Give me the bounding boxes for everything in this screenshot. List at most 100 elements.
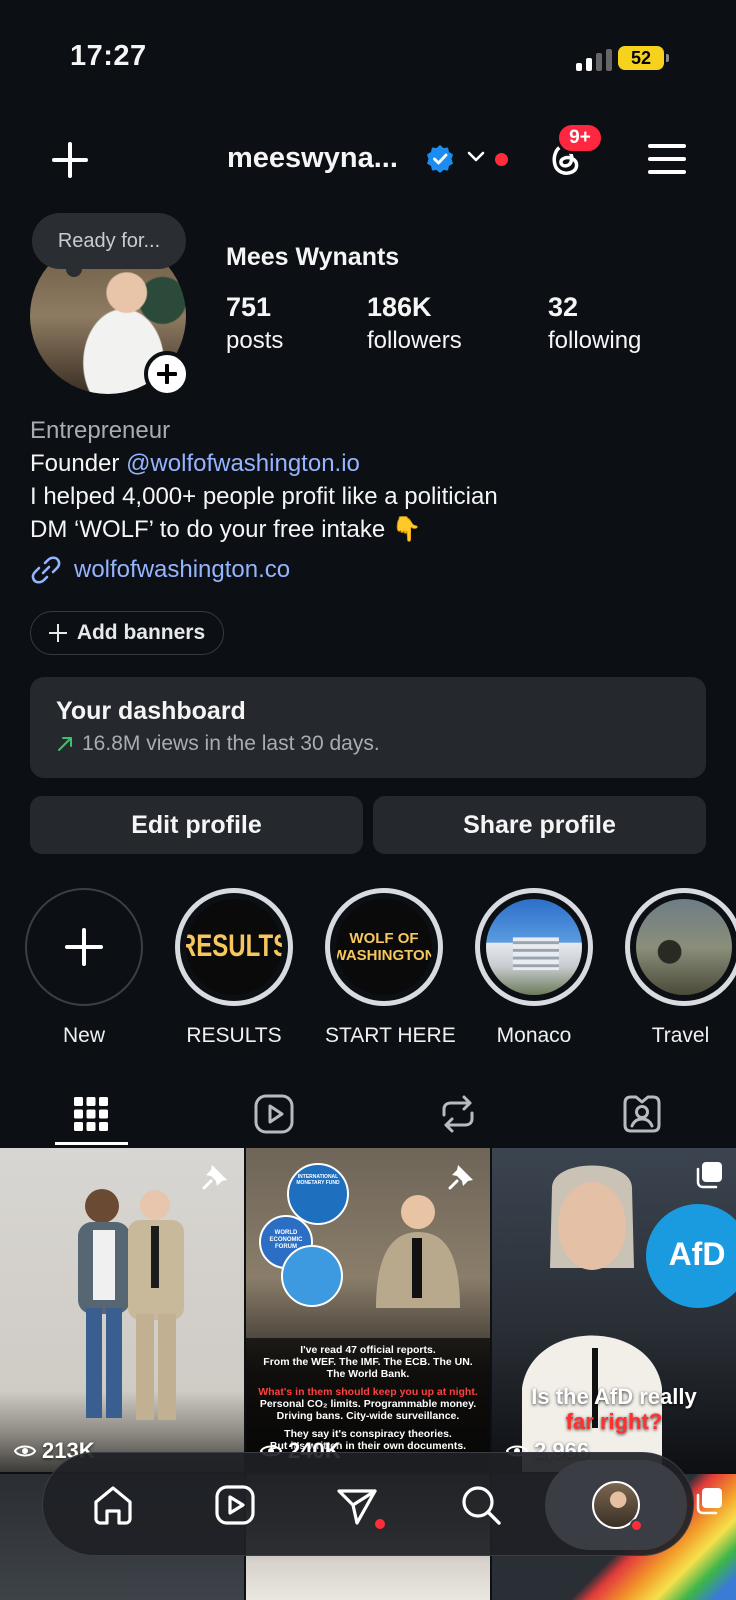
reposts-icon — [442, 1095, 474, 1133]
chevron-down-icon[interactable] — [465, 146, 487, 168]
bio-category: Entrepreneur — [30, 417, 171, 444]
share-profile-button[interactable]: Share profile — [373, 796, 706, 854]
post-2-line: Personal CO₂ limits. Programmable money. — [259, 1398, 477, 1410]
pin-icon — [448, 1165, 473, 1190]
profile-alert-dot — [630, 1519, 643, 1532]
dashboard-card[interactable]: Your dashboard 16.8M views in the last 3… — [30, 677, 706, 778]
username[interactable]: meeswyna... — [227, 142, 398, 175]
nav-profile[interactable] — [564, 1453, 668, 1557]
profile-header: meeswyna... 9+ — [0, 120, 736, 200]
signal-icon — [576, 49, 612, 71]
post-2-line: The World Bank. — [326, 1368, 410, 1380]
tab-reposts[interactable] — [412, 1080, 504, 1148]
bottom-nav — [42, 1452, 694, 1556]
post-3-caption: Is the AfD really far right? — [492, 1384, 736, 1434]
highlight-new-ring — [25, 888, 143, 1006]
nav-search[interactable] — [429, 1453, 533, 1557]
highlight-label: New — [62, 1024, 105, 1047]
highlight-cover — [486, 899, 582, 995]
dashboard-subtitle-row: 16.8M views in the last 30 days. — [56, 732, 680, 756]
highlight-ring — [625, 888, 736, 1006]
post-2-line: I've read 47 official reports. — [300, 1344, 436, 1356]
edit-profile-button[interactable]: Edit profile — [30, 796, 363, 854]
highlight-new[interactable]: New — [25, 888, 143, 1048]
highlight-cover — [636, 899, 732, 995]
followers-label: followers — [367, 327, 462, 354]
grid-post-2[interactable]: I've read 47 official reports. From the … — [246, 1148, 490, 1472]
grid-post-3[interactable]: AfD Is the AfD really far right? 2,966 — [492, 1148, 736, 1472]
menu-icon[interactable] — [648, 142, 686, 176]
highlight-monaco[interactable]: Monaco — [475, 888, 593, 1048]
profile-tabs — [0, 1080, 736, 1148]
dashboard-title: Your dashboard — [56, 697, 246, 725]
send-icon — [337, 1489, 377, 1525]
highlight-label: Travel — [651, 1024, 710, 1047]
nav-messages[interactable] — [305, 1453, 409, 1557]
bio-line-3: DM ‘WOLF’ to do your free intake 👇 — [30, 516, 422, 543]
highlight-label: RESULTS — [186, 1024, 282, 1047]
external-link-text: wolfofwashington.co — [74, 556, 291, 583]
multi-post-icon — [696, 1488, 722, 1515]
highlight-results[interactable]: RESULTS RESULTS — [175, 888, 293, 1048]
add-banners-button[interactable]: Add banners — [30, 611, 224, 655]
add-story-button[interactable] — [144, 351, 190, 397]
tab-grid[interactable] — [45, 1080, 137, 1148]
posts-count: 751 — [226, 292, 272, 322]
profile-avatar-small — [592, 1481, 643, 1532]
highlight-cover: RESULTS — [186, 899, 282, 995]
wef-logo: WORLD ECONOMIC FORUM — [269, 1230, 303, 1250]
bio-mention-link[interactable]: @wolfofwashington.io — [126, 450, 360, 477]
building-icon — [512, 937, 559, 971]
followers-stat[interactable]: 186K followers — [367, 292, 462, 355]
external-link[interactable]: wolfofwashington.co — [30, 552, 290, 588]
highlight-cover-text: RESULTS — [186, 928, 282, 964]
bio: Entrepreneur Founder @wolfofwashington.i… — [30, 414, 710, 546]
posts-label: posts — [226, 327, 284, 354]
highlight-ring: WOLF OF WASHINGTON — [325, 888, 443, 1006]
reels-icon — [215, 1485, 255, 1525]
highlight-start-here[interactable]: WOLF OF WASHINGTON START HERE — [325, 888, 456, 1048]
note-bubble[interactable]: Ready for... — [32, 213, 186, 277]
post-2-line: From the WEF. The IMF. The ECB. The UN. — [263, 1356, 473, 1368]
highlight-ring: RESULTS — [175, 888, 293, 1006]
post-2-line: What's in them should keep you up at nig… — [258, 1386, 478, 1398]
following-stat[interactable]: 32 following — [548, 292, 641, 355]
post-3-caption-line-1: Is the AfD really — [531, 1384, 697, 1409]
post-3-caption-line-2: far right? — [565, 1409, 663, 1434]
followers-count: 186K — [367, 292, 432, 322]
post-1-figures — [78, 1189, 184, 1420]
verified-badge-icon — [427, 145, 453, 173]
highlight-travel[interactable]: Travel — [625, 888, 736, 1048]
highlight-label: START HERE — [325, 1024, 456, 1047]
nav-home[interactable] — [61, 1453, 165, 1557]
battery-level: 52 — [630, 47, 652, 68]
imf-logo: INTERNATIONAL MONETARY FUND — [296, 1174, 340, 1186]
clock: 17:27 — [70, 40, 147, 72]
following-count: 32 — [548, 292, 579, 322]
create-button[interactable] — [50, 140, 90, 180]
tab-tagged[interactable] — [596, 1080, 688, 1148]
nav-reels[interactable] — [183, 1453, 287, 1557]
search-icon — [462, 1486, 501, 1525]
post-2-text: I've read 47 official reports. From the … — [252, 1344, 484, 1452]
tab-reels[interactable] — [228, 1080, 320, 1148]
grid-post-1[interactable]: 213K — [0, 1148, 244, 1472]
display-name: Mees Wynants — [226, 243, 400, 271]
trend-up-icon — [58, 737, 72, 751]
highlight-ring — [475, 888, 593, 1006]
eye-icon — [14, 1445, 36, 1457]
messages-alert-dot — [375, 1519, 385, 1529]
bio-line-2: I helped 4,000+ people profit like a pol… — [30, 483, 498, 510]
highlight-label: Monaco — [496, 1024, 572, 1047]
reels-icon — [254, 1094, 294, 1134]
multi-post-icon — [696, 1162, 722, 1189]
link-icon — [31, 556, 61, 584]
bio-founder-prefix: Founder — [30, 450, 127, 477]
bio-line-founder: Founder @wolfofwashington.io — [30, 447, 710, 480]
highlight-cover-text: WOLF OF WASHINGTON — [336, 930, 432, 964]
plus-icon — [65, 928, 103, 966]
dashboard-subtitle: 16.8M views in the last 30 days. — [82, 732, 380, 755]
notification-badge: 9+ — [556, 122, 604, 154]
status-bar: 17:27 52 — [0, 0, 736, 110]
posts-stat[interactable]: 751 posts — [226, 292, 283, 355]
